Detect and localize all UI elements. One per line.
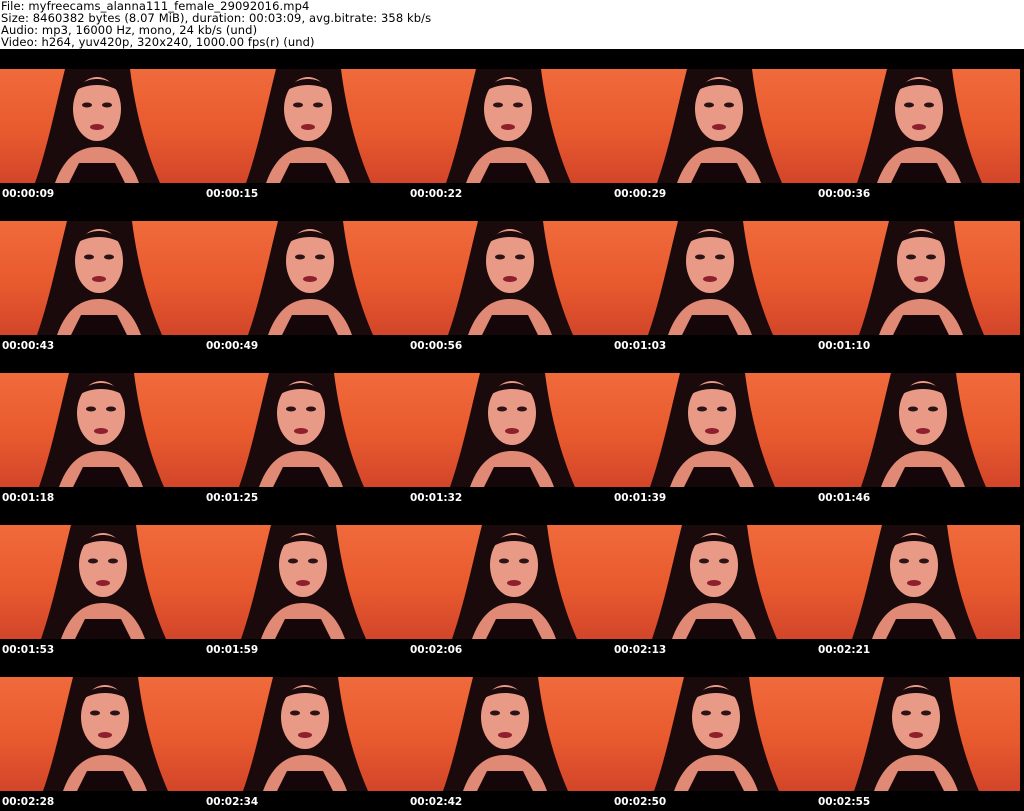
timestamp-label: 00:01:46 <box>818 492 871 504</box>
timestamp-label: 00:01:03 <box>614 340 667 352</box>
thumbnail-frame: 00:02:34 <box>204 657 408 809</box>
timestamp-label: 00:00:49 <box>206 340 259 352</box>
info-header: File: myfreecams_alanna111_female_290920… <box>0 0 1024 49</box>
thumbnail-image <box>408 373 612 487</box>
thumbnail-image <box>408 69 612 183</box>
timestamp-label: 00:00:09 <box>2 188 55 200</box>
timestamp-label: 00:00:56 <box>410 340 463 352</box>
timestamp-label: 00:00:22 <box>410 188 463 200</box>
thumbnail-image <box>204 373 408 487</box>
timestamp-label: 00:02:28 <box>2 796 55 808</box>
timestamp-label: 00:02:34 <box>206 796 259 808</box>
timestamp-label: 00:01:10 <box>818 340 871 352</box>
thumbnail-frame: 00:02:50 <box>612 657 816 809</box>
thumbnail-frame: 00:00:56 <box>408 201 612 353</box>
thumbnail-frame: 00:02:55 <box>816 657 1020 809</box>
thumbnail-image <box>408 525 612 639</box>
thumbnail-image <box>0 373 204 487</box>
thumbnail-image <box>0 221 204 335</box>
timestamp-label: 00:02:42 <box>410 796 463 808</box>
thumbnail-image <box>816 677 1020 791</box>
thumbnail-frame: 00:01:03 <box>612 201 816 353</box>
timestamp-label: 00:01:18 <box>2 492 55 504</box>
thumbnail-frame: 00:00:09 <box>0 49 204 201</box>
thumbnail-frame: 00:01:18 <box>0 353 204 505</box>
thumbnail-image <box>408 221 612 335</box>
timestamp-label: 00:02:50 <box>614 796 667 808</box>
timestamp-label: 00:02:13 <box>614 644 667 656</box>
timestamp-label: 00:02:55 <box>818 796 871 808</box>
thumbnail-frame: 00:00:43 <box>0 201 204 353</box>
thumbnail-image <box>0 69 204 183</box>
thumbnail-frame: 00:00:36 <box>816 49 1020 201</box>
thumbnail-image <box>0 677 204 791</box>
thumbnail-frame: 00:02:06 <box>408 505 612 657</box>
thumbnail-image <box>612 677 816 791</box>
thumbnail-frame: 00:02:42 <box>408 657 612 809</box>
thumbnail-frame: 00:00:15 <box>204 49 408 201</box>
timestamp-label: 00:01:59 <box>206 644 259 656</box>
thumbnail-image <box>816 373 1020 487</box>
thumbnail-image <box>816 221 1020 335</box>
thumbnail-image <box>408 677 612 791</box>
thumbnail-frame: 00:01:25 <box>204 353 408 505</box>
thumbnail-image <box>612 69 816 183</box>
thumbnail-frame: 00:00:22 <box>408 49 612 201</box>
thumbnail-image <box>612 373 816 487</box>
thumbnail-frame: 00:02:21 <box>816 505 1020 657</box>
thumbnail-image <box>816 69 1020 183</box>
thumbnail-grid: 00:00:09 00:00:15 00:00:22 00:00:29 00:00:36… <box>0 49 1024 811</box>
thumbnail-frame: 00:01:32 <box>408 353 612 505</box>
thumbnail-image <box>204 525 408 639</box>
thumbnail-image <box>204 69 408 183</box>
thumbnail-frame: 00:01:59 <box>204 505 408 657</box>
thumbnail-image <box>204 221 408 335</box>
timestamp-label: 00:01:39 <box>614 492 667 504</box>
thumbnail-frame: 00:01:10 <box>816 201 1020 353</box>
thumbnail-frame: 00:02:28 <box>0 657 204 809</box>
thumbnail-frame: 00:01:53 <box>0 505 204 657</box>
thumbnail-frame: 00:00:49 <box>204 201 408 353</box>
thumbnail-image <box>612 525 816 639</box>
thumbnail-image <box>204 677 408 791</box>
timestamp-label: 00:00:36 <box>818 188 871 200</box>
timestamp-label: 00:00:43 <box>2 340 55 352</box>
timestamp-label: 00:01:32 <box>410 492 463 504</box>
thumbnail-frame: 00:01:46 <box>816 353 1020 505</box>
thumbnail-image <box>612 221 816 335</box>
thumbnail-frame: 00:02:13 <box>612 505 816 657</box>
thumbnail-image <box>816 525 1020 639</box>
thumbnail-frame: 00:01:39 <box>612 353 816 505</box>
timestamp-label: 00:01:53 <box>2 644 55 656</box>
timestamp-label: 00:01:25 <box>206 492 259 504</box>
thumbnail-image <box>0 525 204 639</box>
thumbnail-frame: 00:00:29 <box>612 49 816 201</box>
timestamp-label: 00:02:06 <box>410 644 463 656</box>
timestamp-label: 00:00:29 <box>614 188 667 200</box>
timestamp-label: 00:00:15 <box>206 188 259 200</box>
video-info: Video: h264, yuv420p, 320x240, 1000.00 f… <box>1 35 315 49</box>
timestamp-label: 00:02:21 <box>818 644 871 656</box>
